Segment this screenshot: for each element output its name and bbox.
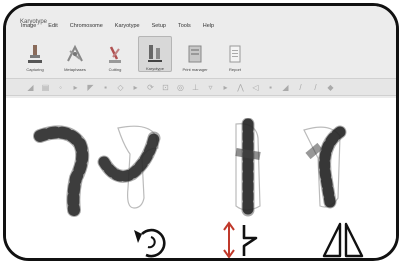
toolbar-tool-icon[interactable]: ⋀: [236, 83, 245, 92]
toolbar-tool-icon[interactable]: ⊡: [161, 83, 170, 92]
ribbon: Capturing Metaphases Cutting Karyotype P…: [18, 36, 252, 72]
ribbon-label: Karyotype: [145, 66, 164, 71]
menu-image[interactable]: Image: [20, 23, 37, 29]
toolbar-tool-icon[interactable]: ◢: [281, 83, 290, 92]
cutting-icon: [109, 46, 121, 63]
toolbar-tool-icon[interactable]: ⊥: [191, 83, 200, 92]
menu-edit[interactable]: Edit: [47, 23, 58, 29]
rotate-icon: [134, 228, 166, 258]
toolbar-tool-icon[interactable]: ▿: [206, 83, 215, 92]
ribbon-label: Cutting: [108, 67, 122, 72]
toolbar-tool-icon[interactable]: ◆: [326, 83, 335, 92]
toolbar-tool-icon[interactable]: ◦: [56, 83, 65, 92]
toolbar-tool-icon[interactable]: ▸: [221, 83, 230, 92]
flip-vertical-icon: [223, 221, 258, 258]
menu-setup[interactable]: Setup: [151, 23, 167, 29]
ribbon-label: Print manager: [182, 67, 208, 72]
rotate-control[interactable]: [128, 220, 174, 258]
ribbon-label: Metaphases: [64, 67, 86, 72]
ribbon-karyotype-button[interactable]: Karyotype: [138, 36, 172, 72]
toolbar-tool-icon[interactable]: ▸: [131, 83, 140, 92]
application-window: Karyotype Image Edit Chromosome Karyotyp…: [6, 6, 396, 98]
tablet-frame: Karyotype Image Edit Chromosome Karyotyp…: [3, 3, 399, 261]
ribbon-print-manager-button[interactable]: Print manager: [178, 36, 212, 72]
menu-tools[interactable]: Tools: [177, 23, 192, 29]
karyotype-canvas: [6, 98, 396, 258]
ribbon-cutting-button[interactable]: Cutting: [98, 36, 132, 72]
ribbon-report-button[interactable]: Report: [218, 36, 252, 72]
toolbar-tool-icon[interactable]: ◎: [176, 83, 185, 92]
print-icon: [188, 45, 202, 63]
tool-bar: ◢ ▤ ◦ ▸ ◤ ▪ ◇ ▸ ⟳ ⊡ ◎ ⊥ ▿ ▸ ⋀ ◁ ▪ ◢ / / ◆: [6, 78, 396, 96]
ribbon-label: Capturing: [26, 67, 44, 72]
microscope-icon: [28, 45, 42, 63]
chromosome-image[interactable]: [290, 118, 370, 218]
toolbar-tool-icon[interactable]: ▤: [41, 83, 50, 92]
menu-chromosome[interactable]: Chromosome: [69, 23, 104, 29]
metaphase-icon: [67, 44, 83, 62]
ribbon-capturing-button[interactable]: Capturing: [18, 36, 52, 72]
toolbar-tool-icon[interactable]: /: [311, 83, 320, 92]
ribbon-label: Report: [228, 67, 241, 72]
toolbar-tool-icon[interactable]: ◇: [116, 83, 125, 92]
mirror-icon: [322, 222, 364, 258]
toolbar-tool-icon[interactable]: ◁: [251, 83, 260, 92]
report-icon: [229, 45, 241, 63]
chromosome-image[interactable]: [206, 118, 286, 218]
chromosome-image[interactable]: [96, 118, 176, 218]
karyotype-icon: [148, 45, 162, 62]
menu-help[interactable]: Help: [202, 23, 215, 29]
ribbon-metaphases-button[interactable]: Metaphases: [58, 36, 92, 72]
menu-karyotype[interactable]: Karyotype: [114, 23, 141, 29]
flip-vertical-control[interactable]: [220, 220, 266, 258]
toolbar-tool-icon[interactable]: ⟳: [146, 83, 155, 92]
toolbar-tool-icon[interactable]: /: [296, 83, 305, 92]
toolbar-tool-icon[interactable]: ◢: [26, 83, 35, 92]
toolbar-tool-icon[interactable]: ◤: [86, 83, 95, 92]
toolbar-tool-icon[interactable]: ▪: [101, 83, 110, 92]
toolbar-tool-icon[interactable]: ▪: [266, 83, 275, 92]
menu-bar: Image Edit Chromosome Karyotype Setup To…: [20, 23, 215, 29]
mirror-control[interactable]: [320, 220, 366, 258]
title-bar: Karyotype: [20, 10, 47, 25]
toolbar-tool-icon[interactable]: ▸: [71, 83, 80, 92]
